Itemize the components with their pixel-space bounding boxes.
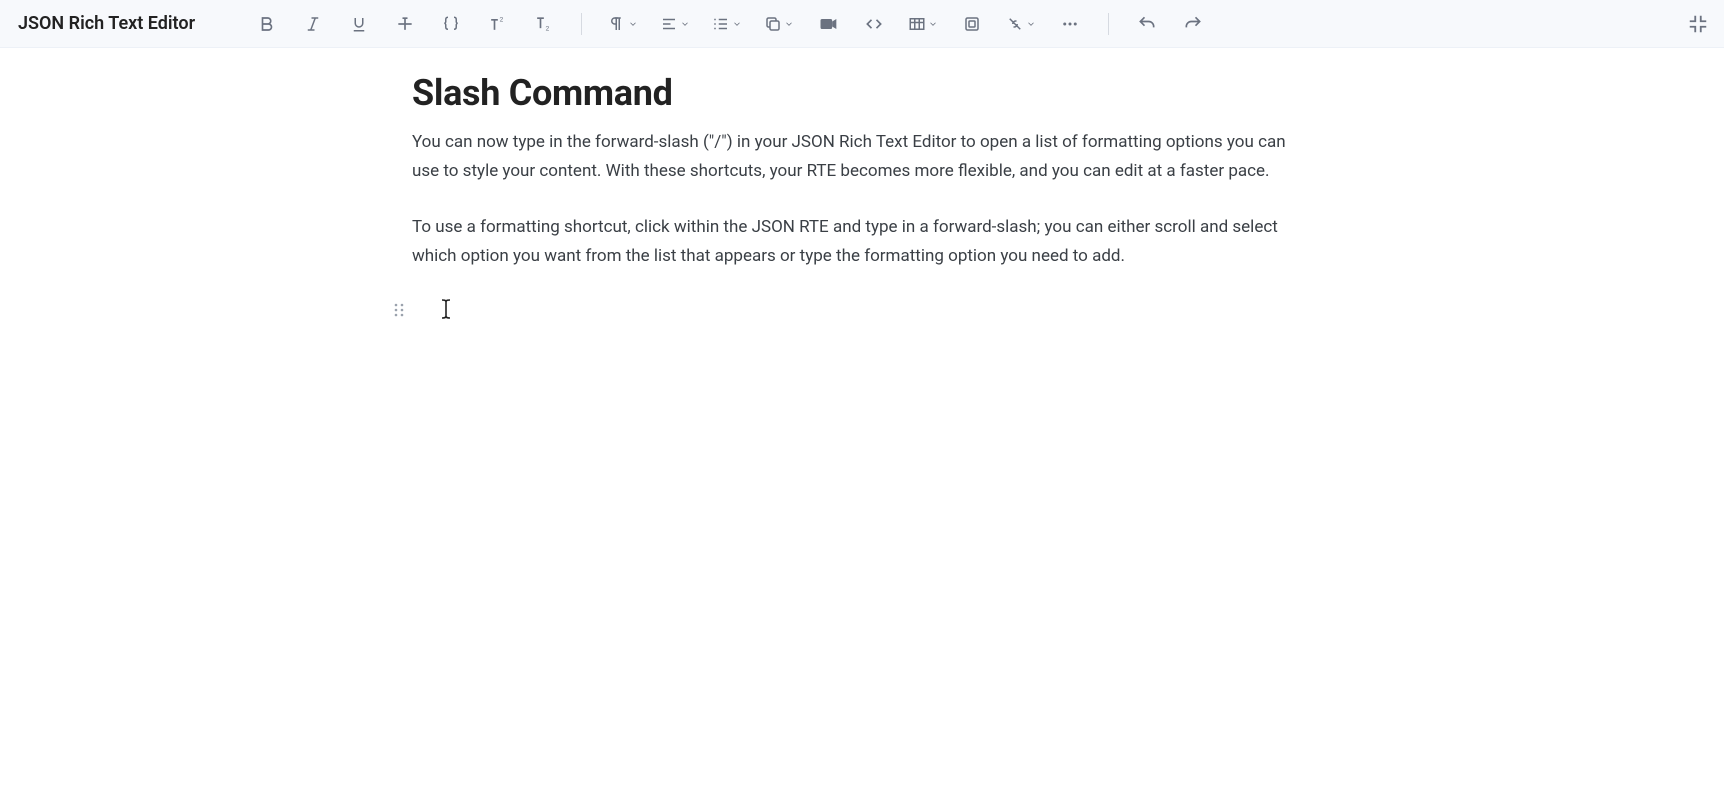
table-icon	[908, 15, 926, 33]
more-icon	[1061, 15, 1079, 33]
code-braces-icon	[442, 15, 460, 33]
svg-text:2: 2	[500, 15, 504, 23]
paragraph-icon	[608, 15, 626, 33]
subscript-icon: 2	[533, 14, 553, 34]
chevron-down-icon	[680, 19, 690, 29]
code-block-button[interactable]	[862, 10, 886, 38]
align-button[interactable]	[660, 10, 690, 38]
code-braces-button[interactable]	[439, 10, 463, 38]
superscript-icon: 2	[487, 14, 507, 34]
redo-icon	[1183, 14, 1203, 34]
toolbar-separator	[1108, 13, 1109, 35]
italic-button[interactable]	[301, 10, 325, 38]
drag-handle-icon[interactable]	[394, 302, 404, 321]
table-button[interactable]	[908, 10, 938, 38]
undo-button[interactable]	[1135, 10, 1159, 38]
copy-icon	[764, 15, 782, 33]
link-button[interactable]	[1006, 10, 1036, 38]
chevron-down-icon	[784, 19, 794, 29]
underline-icon	[350, 15, 368, 33]
bold-icon	[258, 15, 276, 33]
superscript-button[interactable]: 2	[485, 10, 509, 38]
video-icon	[818, 14, 838, 34]
strikethrough-button[interactable]	[393, 10, 417, 38]
copy-button[interactable]	[764, 10, 794, 38]
document: Slash Command You can now type in the fo…	[412, 48, 1312, 366]
undo-icon	[1137, 14, 1157, 34]
list-button[interactable]	[712, 10, 742, 38]
italic-icon	[304, 15, 322, 33]
redo-button[interactable]	[1181, 10, 1205, 38]
paragraph-style-button[interactable]	[608, 10, 638, 38]
editor-toolbar: JSON Rich Text Editor 2 2	[0, 0, 1724, 48]
toolbar-separator	[581, 13, 582, 35]
document-paragraph[interactable]: You can now type in the forward-slash ("…	[412, 128, 1312, 185]
more-button[interactable]	[1058, 10, 1082, 38]
video-button[interactable]	[816, 10, 840, 38]
broken-link-icon	[1006, 15, 1024, 33]
text-cursor-icon	[440, 298, 452, 324]
subscript-button[interactable]: 2	[531, 10, 555, 38]
code-block-icon	[864, 14, 884, 34]
collapse-fullscreen-button[interactable]	[1686, 10, 1710, 38]
chevron-down-icon	[1026, 19, 1036, 29]
chevron-down-icon	[928, 19, 938, 29]
bold-button[interactable]	[255, 10, 279, 38]
underline-button[interactable]	[347, 10, 371, 38]
align-left-icon	[660, 15, 678, 33]
chevron-down-icon	[732, 19, 742, 29]
toolbar-items: 2 2	[255, 10, 1205, 38]
document-heading[interactable]: Slash Command	[412, 72, 1312, 114]
frame-button[interactable]	[960, 10, 984, 38]
editor-title: JSON Rich Text Editor	[18, 13, 195, 34]
frame-icon	[963, 15, 981, 33]
empty-block[interactable]	[412, 298, 1312, 326]
collapse-icon	[1687, 13, 1709, 35]
svg-text:2: 2	[546, 24, 550, 32]
list-ordered-icon	[712, 15, 730, 33]
editor-content-area[interactable]: Slash Command You can now type in the fo…	[0, 48, 1724, 806]
document-paragraph[interactable]: To use a formatting shortcut, click with…	[412, 213, 1312, 270]
chevron-down-icon	[628, 19, 638, 29]
strikethrough-icon	[395, 14, 415, 34]
